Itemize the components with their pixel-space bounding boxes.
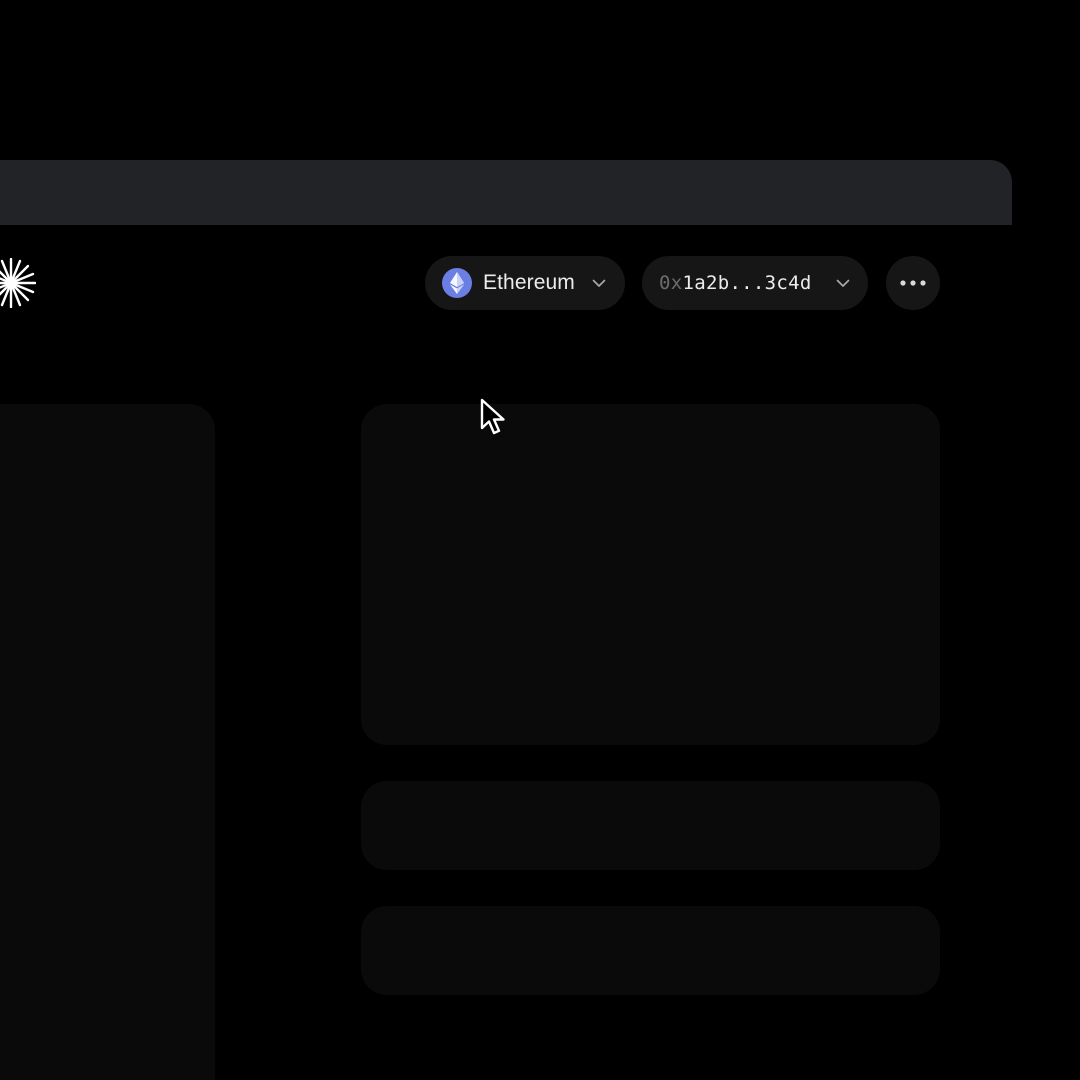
account-selector-button[interactable]: 0x1a2b...3c4d (642, 256, 868, 310)
ethereum-icon (442, 268, 472, 298)
chevron-down-icon (836, 279, 850, 287)
app-stage: Ethereum 0x1a2b...3c4d (0, 0, 1080, 1080)
list-row-card (361, 906, 940, 995)
more-options-button[interactable] (886, 256, 940, 310)
left-panel (0, 404, 215, 1080)
network-label: Ethereum (483, 271, 575, 294)
wallet-address-value: 1a2b...3c4d (682, 272, 812, 294)
chevron-down-icon (592, 279, 606, 287)
more-horizontal-icon (900, 280, 926, 286)
sparkle-logo-icon (0, 258, 36, 308)
window-titlebar (0, 160, 1012, 225)
wallet-address-prefix: 0x (659, 272, 683, 294)
main-card (361, 404, 940, 745)
wallet-address: 0x1a2b...3c4d (659, 272, 812, 294)
list-row-card (361, 781, 940, 870)
network-selector-button[interactable]: Ethereum (425, 256, 625, 310)
